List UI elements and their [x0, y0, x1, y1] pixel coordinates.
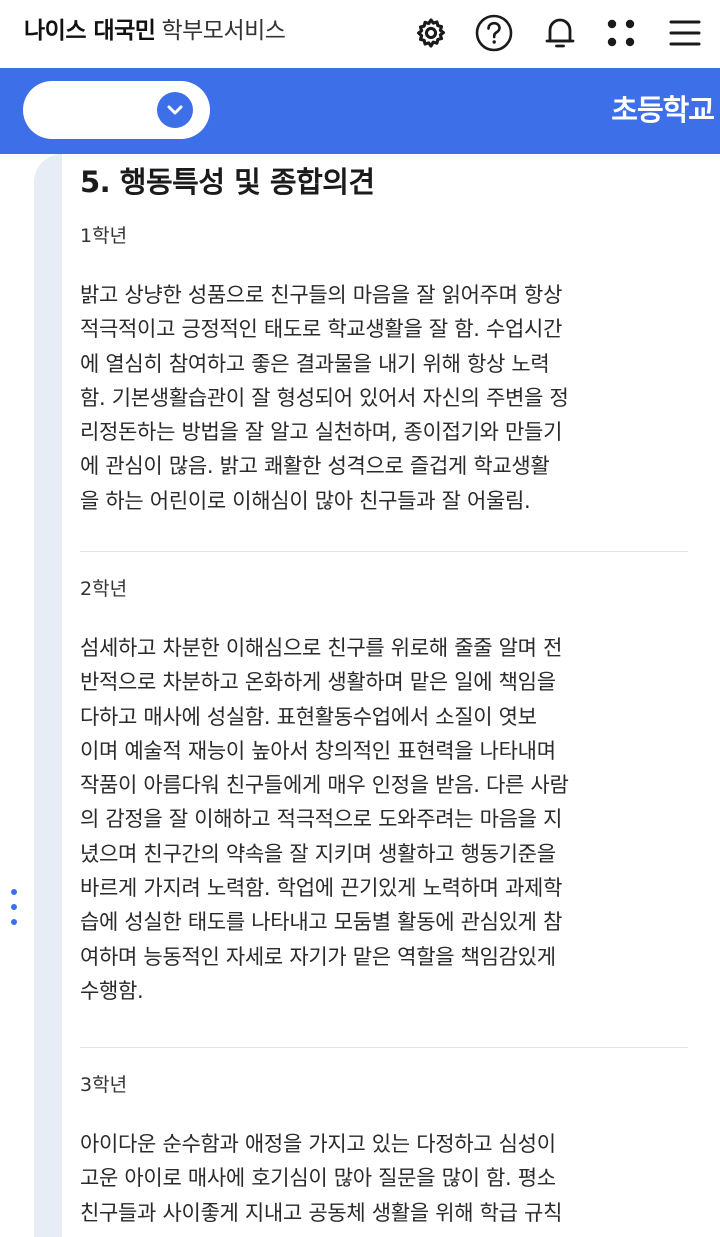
divider — [80, 1047, 688, 1048]
record-content: 5. 행동특성 및 종합의견 1학년 밝고 상냥한 성품으로 친구들의 마음을 … — [62, 154, 720, 1237]
brand-service-name: 학부모서비스 — [161, 18, 286, 44]
student-select[interactable] — [23, 81, 210, 139]
gear-icon[interactable] — [409, 11, 453, 55]
grade-opinion-text: 섬세하고 차분한 이해심으로 친구를 위로해 줄줄 알며 전 반적으로 차분하고… — [80, 636, 569, 1003]
school-type-label: 초등학교 — [611, 93, 715, 127]
filter-bar: 초등학교 — [0, 68, 720, 154]
brand-name: 나이스 대국민 — [24, 18, 156, 44]
help-icon[interactable] — [472, 11, 516, 55]
grade-opinion-text: 아이다운 순수함과 애정을 가지고 있는 다정하고 심성이 고운 아이로 매사에… — [80, 1132, 563, 1225]
grade-label: 2학년 — [80, 578, 128, 600]
gutter-track — [34, 154, 62, 1237]
more-options-icon[interactable] — [11, 889, 21, 934]
section-title: 5. 행동특성 및 종합의견 — [80, 165, 375, 199]
menu-icon[interactable] — [663, 11, 707, 55]
apps-icon[interactable] — [599, 11, 643, 55]
grade-label: 3학년 — [80, 1074, 128, 1096]
top-header: 나이스 대국민 학부모서비스 — [0, 0, 720, 68]
bell-icon[interactable] — [538, 11, 582, 55]
chevron-down-icon[interactable] — [157, 92, 193, 128]
grade-opinion-text: 밝고 상냥한 성품으로 친구들의 마음을 잘 읽어주며 항상 적극적이고 긍정적… — [80, 283, 569, 513]
side-gutter — [0, 154, 62, 1237]
brand-logo[interactable]: 나이스 대국민 학부모서비스 — [24, 14, 286, 48]
grade-label: 1학년 — [80, 225, 128, 247]
divider — [80, 551, 688, 552]
